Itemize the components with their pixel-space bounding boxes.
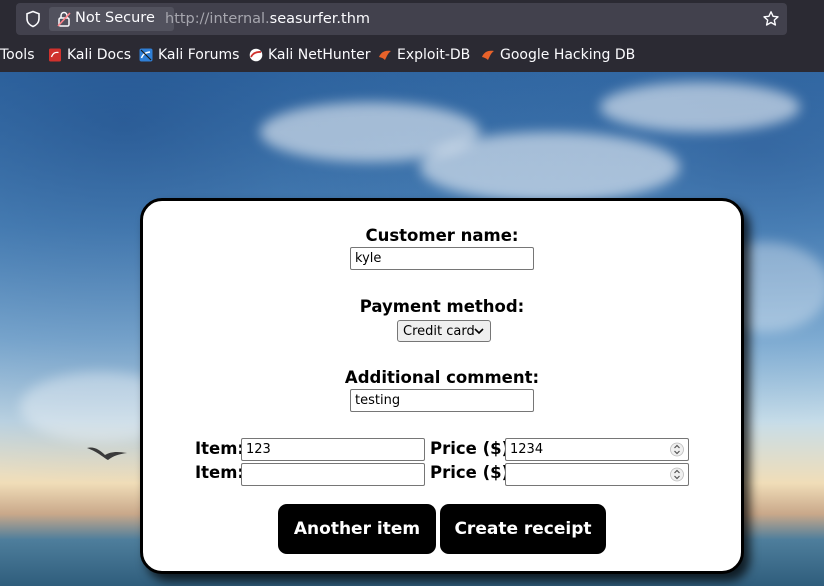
page-background: Customer name: kyle Payment method: Cred… (0, 72, 824, 586)
additional-comment-input[interactable]: testing (350, 389, 534, 412)
bookmark-google-hacking-db[interactable]: Google Hacking DB (481, 45, 635, 65)
item-input[interactable]: 123 (241, 438, 425, 461)
insecure-lock-icon (57, 11, 71, 27)
payment-method-selected: Credit card (403, 324, 475, 339)
price-value: 1234 (510, 442, 544, 457)
cloud (600, 82, 800, 132)
url-prefix: http://internal. (165, 11, 270, 27)
spinner-arrows-icon[interactable] (670, 441, 684, 458)
payment-method-select[interactable]: Credit card (397, 320, 491, 342)
bookmark-label: Tools (0, 47, 35, 63)
item-label: Item: (195, 439, 245, 458)
not-secure-label: Not Secure (75, 10, 155, 26)
browser-toolbar: Not Secure http://internal.seasurfer.thm (0, 0, 824, 40)
customer-name-label: Customer name: (365, 226, 519, 245)
bookmark-label: Kali NetHunter (268, 47, 371, 63)
bookmarks-toolbar: Tools Kali Docs Kali Forums Kali NetHunt… (0, 40, 824, 72)
kali-docs-icon (49, 48, 61, 62)
cloud (420, 132, 680, 202)
price-label: Price ($): (430, 439, 516, 458)
price-input[interactable] (505, 463, 689, 486)
kali-forums-icon (139, 48, 153, 62)
url-text[interactable]: http://internal.seasurfer.thm (165, 11, 370, 27)
item-input[interactable] (241, 463, 425, 486)
price-input[interactable]: 1234 (505, 438, 689, 461)
bookmark-exploit-db[interactable]: Exploit-DB (378, 45, 470, 65)
another-item-button[interactable]: Another item (278, 504, 436, 554)
customer-name-input[interactable]: kyle (350, 247, 534, 270)
exploit-db-icon (379, 50, 391, 60)
bookmark-tools[interactable]: Tools (0, 45, 35, 65)
additional-comment-label: Additional comment: (344, 368, 540, 387)
not-secure-badge[interactable]: Not Secure (49, 7, 174, 31)
bookmark-star-icon[interactable] (762, 10, 780, 28)
bookmark-label: Kali Docs (67, 47, 132, 63)
bookmark-label: Exploit-DB (397, 47, 471, 63)
bookmark-kali-nethunter[interactable]: Kali NetHunter (249, 45, 370, 65)
receipt-form-card: Customer name: kyle Payment method: Cred… (140, 198, 744, 574)
bookmark-label: Kali Forums (158, 47, 240, 63)
spinner-arrows-icon[interactable] (670, 466, 684, 483)
ghdb-icon (482, 50, 494, 60)
bookmark-kali-docs[interactable]: Kali Docs (48, 45, 131, 65)
payment-method-label: Payment method: (359, 297, 525, 316)
chevron-down-icon (474, 328, 484, 335)
bookmark-kali-forums[interactable]: Kali Forums (139, 45, 239, 65)
create-receipt-button[interactable]: Create receipt (440, 504, 606, 554)
kali-nethunter-icon (249, 48, 263, 62)
bookmark-label: Google Hacking DB (500, 47, 636, 63)
item-label: Item: (195, 463, 245, 482)
shield-icon[interactable] (24, 10, 42, 28)
price-label: Price ($): (430, 463, 516, 482)
url-domain: seasurfer.thm (269, 11, 371, 27)
seagull-icon (87, 447, 127, 460)
address-bar[interactable]: Not Secure http://internal.seasurfer.thm (16, 3, 787, 35)
